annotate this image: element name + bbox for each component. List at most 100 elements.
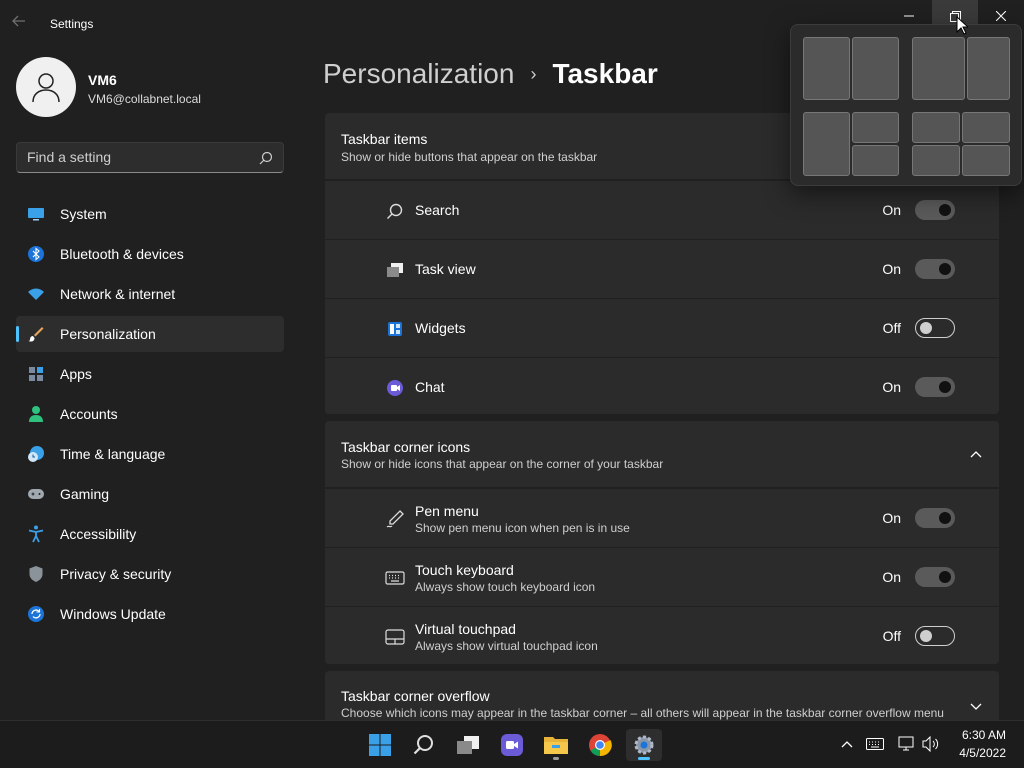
search-toggle[interactable] — [915, 200, 955, 220]
chevron-up-icon — [841, 741, 853, 748]
avatar[interactable] — [16, 57, 76, 117]
row-label: Virtual touchpad — [415, 621, 516, 637]
snap-layout-4-bottom-right[interactable] — [962, 145, 1010, 176]
snap-layout-1-left[interactable] — [803, 37, 850, 100]
sidebar-item-time-language[interactable]: Time & language — [16, 436, 284, 472]
snap-layout-3-left[interactable] — [803, 112, 850, 176]
section-title: Taskbar corner icons — [341, 439, 471, 455]
search-icon[interactable] — [259, 151, 273, 165]
person-icon — [32, 73, 60, 103]
touch-keyboard-tray-button[interactable] — [866, 735, 884, 753]
snap-layout-2-right[interactable] — [967, 37, 1010, 100]
task-view-toggle[interactable] — [915, 259, 955, 279]
section-subtitle: Show or hide icons that appear on the co… — [341, 457, 664, 471]
gamepad-icon — [27, 485, 45, 503]
section-subtitle: Choose which icons may appear in the tas… — [341, 706, 944, 720]
toggle-state: On — [882, 379, 901, 395]
clock-globe-icon — [27, 445, 45, 463]
toggle-state: On — [882, 202, 901, 218]
task-view-button[interactable] — [450, 729, 486, 761]
snap-layout-3-top-right[interactable] — [852, 112, 899, 143]
sidebar-item-accessibility[interactable]: Accessibility — [16, 516, 284, 552]
sidebar-item-apps[interactable]: Apps — [16, 356, 284, 392]
toggle-state: On — [882, 261, 901, 277]
keyboard-icon — [866, 738, 884, 750]
mouse-cursor-icon — [956, 15, 970, 40]
corner-icons-header[interactable]: Taskbar corner icons Show or hide icons … — [325, 421, 999, 487]
volume-tray-button[interactable] — [922, 735, 940, 753]
sidebar-item-label: Privacy & security — [60, 566, 172, 582]
shield-icon — [27, 565, 45, 583]
sidebar-item-network[interactable]: Network & internet — [16, 276, 284, 312]
chevron-down-icon[interactable] — [969, 698, 983, 712]
user-email: VM6@collabnet.local — [88, 92, 201, 106]
breadcrumb-parent[interactable]: Personalization — [323, 58, 514, 90]
minimize-icon — [904, 15, 914, 17]
file-explorer-button[interactable] — [538, 729, 574, 761]
sidebar-item-windows-update[interactable]: Windows Update — [16, 596, 284, 632]
sidebar-item-accounts[interactable]: Accounts — [16, 396, 284, 432]
sidebar-item-personalization[interactable]: Personalization — [16, 316, 284, 352]
back-button[interactable] — [12, 14, 36, 34]
user-name: VM6 — [88, 72, 117, 88]
setting-row-widgets: Widgets Off — [325, 299, 999, 357]
sidebar-item-privacy[interactable]: Privacy & security — [16, 556, 284, 592]
start-button[interactable] — [362, 729, 398, 761]
chat-icon — [385, 378, 405, 398]
close-icon — [996, 11, 1006, 21]
chat-button[interactable] — [494, 729, 530, 761]
taskbar-search-button[interactable] — [406, 729, 442, 761]
section-title: Taskbar items — [341, 131, 428, 147]
clock-date[interactable]: 4/5/2022 — [950, 746, 1006, 760]
search-icon — [385, 201, 405, 221]
row-label: Chat — [415, 379, 445, 395]
settings-taskbar-button[interactable] — [626, 729, 662, 761]
pen-menu-toggle[interactable] — [915, 508, 955, 528]
widgets-toggle[interactable] — [915, 318, 955, 338]
snap-layout-1-right[interactable] — [852, 37, 899, 100]
row-description: Always show touch keyboard icon — [415, 580, 596, 594]
network-icon — [898, 736, 914, 751]
back-arrow-icon — [12, 15, 25, 27]
app-title: Settings — [50, 17, 94, 31]
network-tray-button[interactable] — [898, 735, 916, 753]
sidebar-item-bluetooth[interactable]: Bluetooth & devices — [16, 236, 284, 272]
monitor-icon — [27, 205, 45, 223]
search-box — [16, 142, 284, 173]
chevron-up-icon[interactable] — [969, 447, 983, 461]
snap-layout-4-top-left[interactable] — [912, 112, 960, 143]
chrome-icon — [589, 734, 612, 757]
snap-layout-4-top-right[interactable] — [962, 112, 1010, 143]
apps-icon — [27, 365, 45, 383]
sidebar-item-label: Windows Update — [60, 606, 166, 622]
keyboard-icon — [385, 568, 405, 588]
row-label: Search — [415, 202, 460, 218]
snap-layout-2-left[interactable] — [912, 37, 965, 100]
show-hidden-icons-button[interactable] — [838, 735, 856, 753]
snap-layout-4-bottom-left[interactable] — [912, 145, 960, 176]
toggle-state: Off — [882, 628, 901, 644]
chrome-button[interactable] — [582, 729, 618, 761]
setting-row-task-view: Task view On — [325, 240, 999, 298]
toggle-state: On — [882, 510, 901, 526]
virtual-touchpad-toggle[interactable] — [915, 626, 955, 646]
sidebar-item-label: Personalization — [60, 326, 156, 342]
widgets-icon — [385, 319, 405, 339]
search-input[interactable] — [27, 149, 247, 165]
clock-time[interactable]: 6:30 AM — [958, 728, 1006, 742]
breadcrumb: Personalization › Taskbar — [323, 58, 658, 90]
snap-layout-3-bottom-right[interactable] — [852, 145, 899, 176]
sidebar-item-system[interactable]: System — [16, 196, 284, 232]
snap-layouts-flyout — [790, 24, 1022, 186]
chat-toggle[interactable] — [915, 377, 955, 397]
person-icon — [27, 405, 45, 423]
setting-row-search: Search On — [325, 181, 999, 239]
sidebar-item-gaming[interactable]: Gaming — [16, 476, 284, 512]
gear-icon — [634, 735, 654, 755]
bluetooth-icon — [27, 245, 45, 263]
active-indicator — [638, 757, 650, 760]
sidebar-item-label: Network & internet — [60, 286, 176, 302]
corner-overflow-header[interactable]: Taskbar corner overflow Choose which ico… — [325, 671, 999, 720]
taskbar: 6:30 AM 4/5/2022 — [0, 720, 1024, 768]
touch-keyboard-toggle[interactable] — [915, 567, 955, 587]
